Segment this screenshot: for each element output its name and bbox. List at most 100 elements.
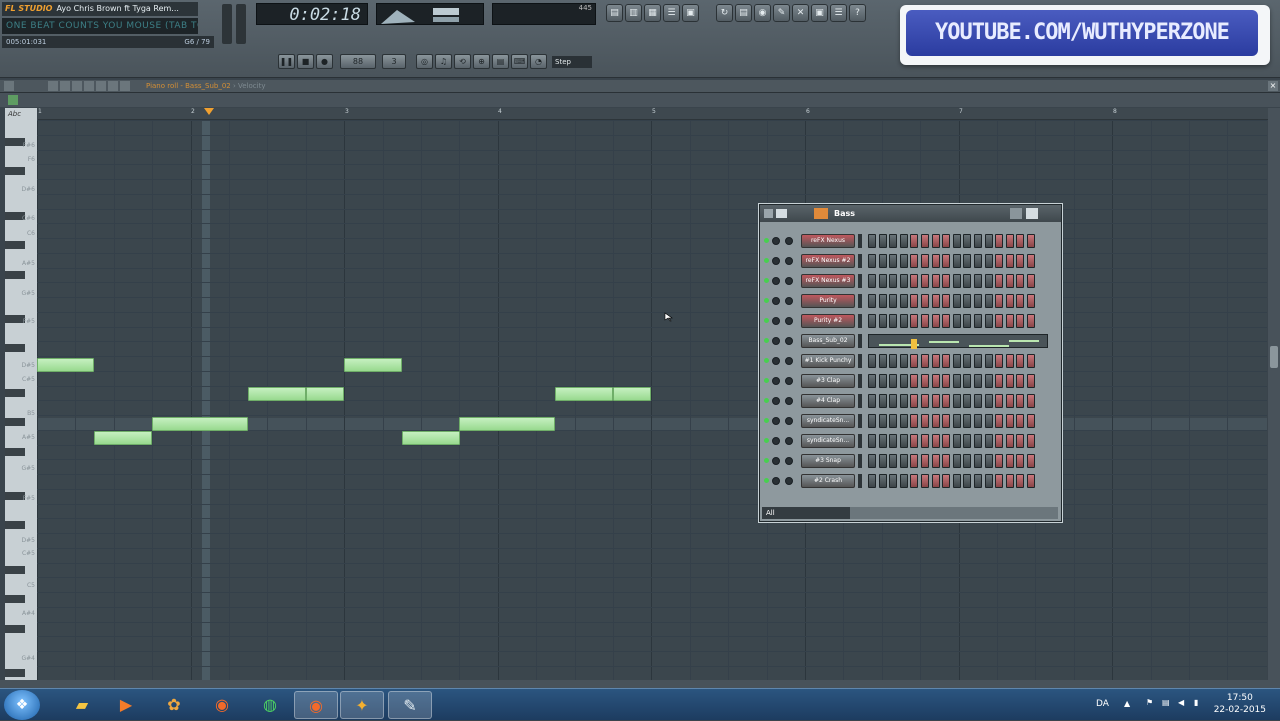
step-button[interactable]	[868, 374, 876, 388]
pencil-tool-icon[interactable]	[48, 81, 58, 91]
black-key[interactable]	[5, 447, 25, 456]
step-button[interactable]	[931, 354, 940, 368]
step-button[interactable]	[1016, 454, 1025, 468]
channel-volume-knob[interactable]	[785, 417, 793, 425]
step-button[interactable]	[889, 254, 898, 268]
step-button[interactable]	[899, 394, 908, 408]
piano-keyboard[interactable]: F#6 F6 D#6 C#6 C6 A#5 G#5 F#5 D#5 C#5 B5 A#5 G#5 F#5 D…	[5, 120, 37, 690]
blend-icon[interactable]: ⊕	[473, 54, 490, 69]
step-button[interactable]	[952, 234, 961, 248]
step-button[interactable]	[952, 314, 961, 328]
step-button[interactable]	[921, 274, 929, 288]
channel-pan-knob[interactable]	[772, 337, 780, 345]
step-button[interactable]	[963, 254, 972, 268]
step-button[interactable]	[1027, 354, 1035, 368]
channel-led-icon[interactable]	[764, 318, 769, 323]
step-button[interactable]	[963, 434, 972, 448]
step-button[interactable]	[1005, 454, 1014, 468]
step-button[interactable]	[1016, 294, 1025, 308]
step-button[interactable]	[878, 294, 887, 308]
step-button[interactable]	[942, 294, 951, 308]
step-button[interactable]	[952, 414, 961, 428]
step-button[interactable]	[921, 414, 929, 428]
step-button[interactable]	[931, 254, 940, 268]
step-edit-icon[interactable]: ▤	[492, 54, 509, 69]
step-button[interactable]	[910, 374, 919, 388]
fl-studio-icon[interactable]: ✦	[340, 691, 384, 719]
mixer-icon[interactable]: ☰	[663, 4, 680, 22]
step-button[interactable]	[963, 474, 972, 488]
typing-keyboard-icon[interactable]: ⌨	[511, 54, 528, 69]
step-button[interactable]	[995, 374, 1004, 388]
channel-volume-knob[interactable]	[785, 337, 793, 345]
step-button[interactable]	[984, 474, 993, 488]
step-button[interactable]	[931, 314, 940, 328]
notepad-icon[interactable]: ✎	[388, 691, 432, 719]
note-preview-icon[interactable]	[8, 95, 18, 105]
graph-view-icon[interactable]	[1010, 208, 1022, 219]
channel-name-button[interactable]: #1 Kick Punchy	[801, 354, 855, 368]
channel-pan-knob[interactable]	[772, 477, 780, 485]
step-button[interactable]	[974, 374, 982, 388]
browser-icon[interactable]: ▣	[682, 4, 699, 22]
step-button[interactable]	[974, 474, 982, 488]
channel-led-icon[interactable]	[764, 298, 769, 303]
step-button[interactable]	[878, 234, 887, 248]
step-button[interactable]	[889, 354, 898, 368]
power-icon[interactable]: ▮	[1194, 698, 1198, 707]
black-key[interactable]	[5, 270, 25, 279]
channel-pan-knob[interactable]	[772, 257, 780, 265]
step-button[interactable]	[921, 254, 929, 268]
loop-icon[interactable]: ⟲	[454, 54, 471, 69]
step-button[interactable]	[878, 474, 887, 488]
start-button-icon[interactable]: ❖	[4, 690, 40, 720]
master-pitch-slider[interactable]	[236, 4, 246, 44]
step-button[interactable]	[1005, 254, 1014, 268]
step-button[interactable]	[889, 394, 898, 408]
step-button[interactable]	[899, 414, 908, 428]
step-button[interactable]	[1016, 434, 1025, 448]
step-button[interactable]	[942, 234, 951, 248]
step-button[interactable]	[931, 394, 940, 408]
step-button[interactable]	[963, 414, 972, 428]
step-button[interactable]	[1027, 314, 1035, 328]
channel-volume-knob[interactable]	[785, 297, 793, 305]
step-button[interactable]	[868, 414, 876, 428]
step-button[interactable]	[963, 314, 972, 328]
step-button[interactable]	[878, 394, 887, 408]
step-button[interactable]	[952, 374, 961, 388]
record-button-icon[interactable]: ●	[316, 54, 333, 69]
step-button[interactable]	[1005, 234, 1014, 248]
step-button[interactable]	[995, 354, 1004, 368]
save-icon[interactable]: ▤	[735, 4, 752, 22]
channel-led-icon[interactable]	[764, 338, 769, 343]
zoom-tool-icon[interactable]	[120, 81, 130, 91]
step-button[interactable]	[878, 374, 887, 388]
step-button[interactable]	[974, 354, 982, 368]
explorer-icon[interactable]: ▰	[60, 691, 104, 719]
brush-tool-icon[interactable]	[60, 81, 70, 91]
step-button[interactable]	[963, 274, 972, 288]
channel-pan-knob[interactable]	[772, 297, 780, 305]
step-button[interactable]	[899, 474, 908, 488]
step-button[interactable]	[878, 414, 887, 428]
channel-name-button[interactable]: reFX Nexus	[801, 234, 855, 248]
step-button[interactable]	[974, 394, 982, 408]
sequencer-menu-icon[interactable]	[764, 209, 773, 218]
piano-icon[interactable]	[1026, 208, 1038, 219]
step-button[interactable]	[974, 254, 982, 268]
step-button[interactable]	[931, 434, 940, 448]
channel-name-button[interactable]: #4 Clap	[801, 394, 855, 408]
step-button[interactable]	[952, 434, 961, 448]
step-button[interactable]	[931, 414, 940, 428]
paint-icon[interactable]: ✿	[152, 691, 196, 719]
mute-tool-icon[interactable]	[84, 81, 94, 91]
step-button[interactable]	[889, 434, 898, 448]
step-button[interactable]	[921, 394, 929, 408]
black-key[interactable]	[5, 668, 25, 677]
step-button[interactable]	[984, 374, 993, 388]
channel-volume-knob[interactable]	[785, 457, 793, 465]
step-button[interactable]	[910, 274, 919, 288]
step-button[interactable]	[1005, 314, 1014, 328]
flag-icon[interactable]: ⚑	[1146, 698, 1153, 707]
